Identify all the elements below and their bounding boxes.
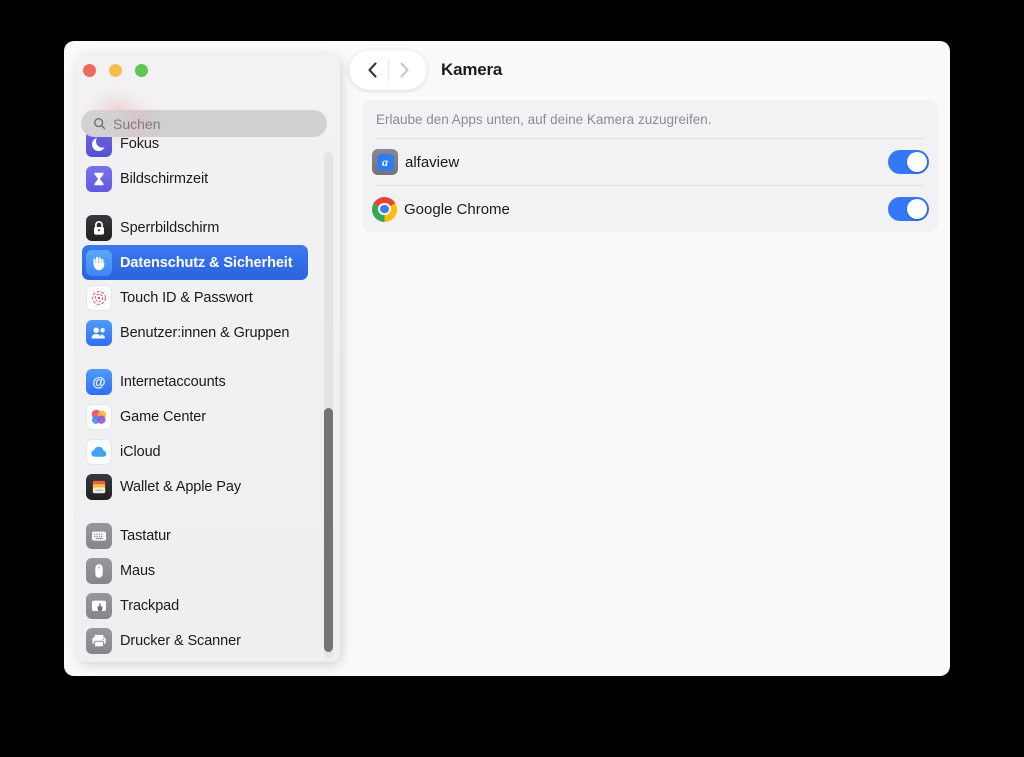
keyboard-icon [86, 522, 112, 549]
desktop: Fokus Bildschirmzeit [0, 0, 1024, 757]
navigation-pill [349, 50, 427, 90]
lock-icon [86, 214, 112, 241]
camera-toggle-alfaview[interactable] [888, 150, 929, 174]
chevron-right-icon [399, 62, 409, 78]
nav-divider [388, 58, 389, 82]
sidebar-search[interactable] [81, 110, 327, 137]
forward-button[interactable] [393, 55, 415, 85]
game-center-icon [86, 403, 112, 430]
sidebar-item-tastatur[interactable]: Tastatur [82, 518, 308, 553]
sidebar-item-wallet-apple-pay[interactable]: Wallet & Apple Pay [82, 469, 308, 504]
toggle-knob [907, 199, 927, 219]
trackpad-icon [86, 592, 112, 619]
app-name: Google Chrome [404, 200, 510, 218]
sidebar-scrollbar-thumb[interactable] [324, 408, 333, 652]
sidebar-item-sperrbildschirm[interactable]: Sperrbildschirm [82, 210, 308, 245]
hand-icon [86, 249, 112, 276]
main-header: Kamera [349, 50, 502, 90]
sidebar: Fokus Bildschirmzeit [76, 54, 340, 662]
mouse-icon [86, 557, 112, 584]
sidebar-item-bildschirmzeit[interactable]: Bildschirmzeit [82, 161, 308, 196]
svg-text:@: @ [92, 374, 105, 389]
wallet-icon [86, 473, 112, 500]
sidebar-item-internetaccounts[interactable]: @ Internetaccounts [82, 364, 308, 399]
app-row-google-chrome: Google Chrome [362, 186, 938, 232]
close-button[interactable] [83, 64, 96, 77]
zoom-button[interactable] [135, 64, 148, 77]
camera-permissions-card: Erlaube den Apps unten, auf deine Kamera… [362, 100, 938, 232]
group-gap [82, 196, 308, 210]
system-settings-window: Fokus Bildschirmzeit [64, 41, 950, 676]
minimize-button[interactable] [109, 64, 122, 77]
sidebar-item-icloud[interactable]: iCloud [82, 434, 308, 469]
sidebar-item-drucker-scanner[interactable]: Drucker & Scanner [82, 623, 308, 658]
google-chrome-app-icon [372, 196, 397, 222]
printer-icon [86, 627, 112, 654]
search-icon [94, 118, 106, 130]
page-title: Kamera [441, 60, 503, 79]
group-gap [82, 504, 308, 518]
sidebar-item-benutzer-gruppen[interactable]: Benutzer:innen & Gruppen [82, 315, 308, 350]
back-button[interactable] [361, 55, 383, 85]
sidebar-item-datenschutz-sicherheit[interactable]: Datenschutz & Sicherheit [82, 245, 308, 280]
app-name: alfaview [405, 153, 460, 171]
sidebar-item-trackpad[interactable]: Trackpad [82, 588, 308, 623]
fingerprint-icon [86, 284, 112, 311]
cloud-icon [86, 438, 112, 465]
search-input[interactable] [113, 115, 303, 132]
sidebar-list: Fokus Bildschirmzeit Sperrbildschirm Dat… [82, 126, 308, 658]
alfaview-app-icon: a [372, 149, 398, 175]
hourglass-icon [86, 165, 112, 192]
toggle-knob [907, 152, 927, 172]
app-row-alfaview: a alfaview [362, 139, 938, 185]
sidebar-scrollbar-track[interactable] [324, 152, 333, 658]
permission-description: Erlaube den Apps unten, auf deine Kamera… [376, 111, 712, 127]
sidebar-item-game-center[interactable]: Game Center [82, 399, 308, 434]
group-gap [82, 350, 308, 364]
sidebar-item-touch-id-passwort[interactable]: Touch ID & Passwort [82, 280, 308, 315]
users-icon [86, 319, 112, 346]
chevron-left-icon [367, 62, 377, 78]
at-icon: @ [86, 368, 112, 395]
window-controls [83, 64, 148, 77]
camera-toggle-google-chrome[interactable] [888, 197, 929, 221]
sidebar-item-maus[interactable]: Maus [82, 553, 308, 588]
